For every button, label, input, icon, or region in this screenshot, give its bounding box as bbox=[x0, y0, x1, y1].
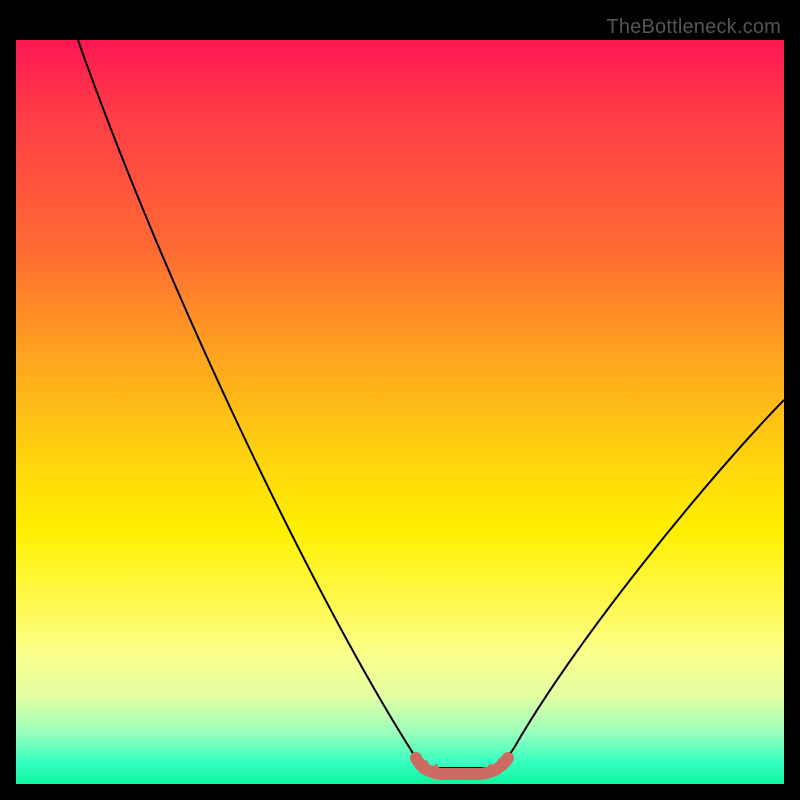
chart-frame: TheBottleneck.com bbox=[16, 16, 784, 784]
curve-line bbox=[78, 40, 784, 768]
watermark-text: TheBottleneck.com bbox=[606, 16, 781, 39]
plot-area bbox=[16, 40, 784, 784]
bottleneck-curve bbox=[16, 40, 784, 784]
